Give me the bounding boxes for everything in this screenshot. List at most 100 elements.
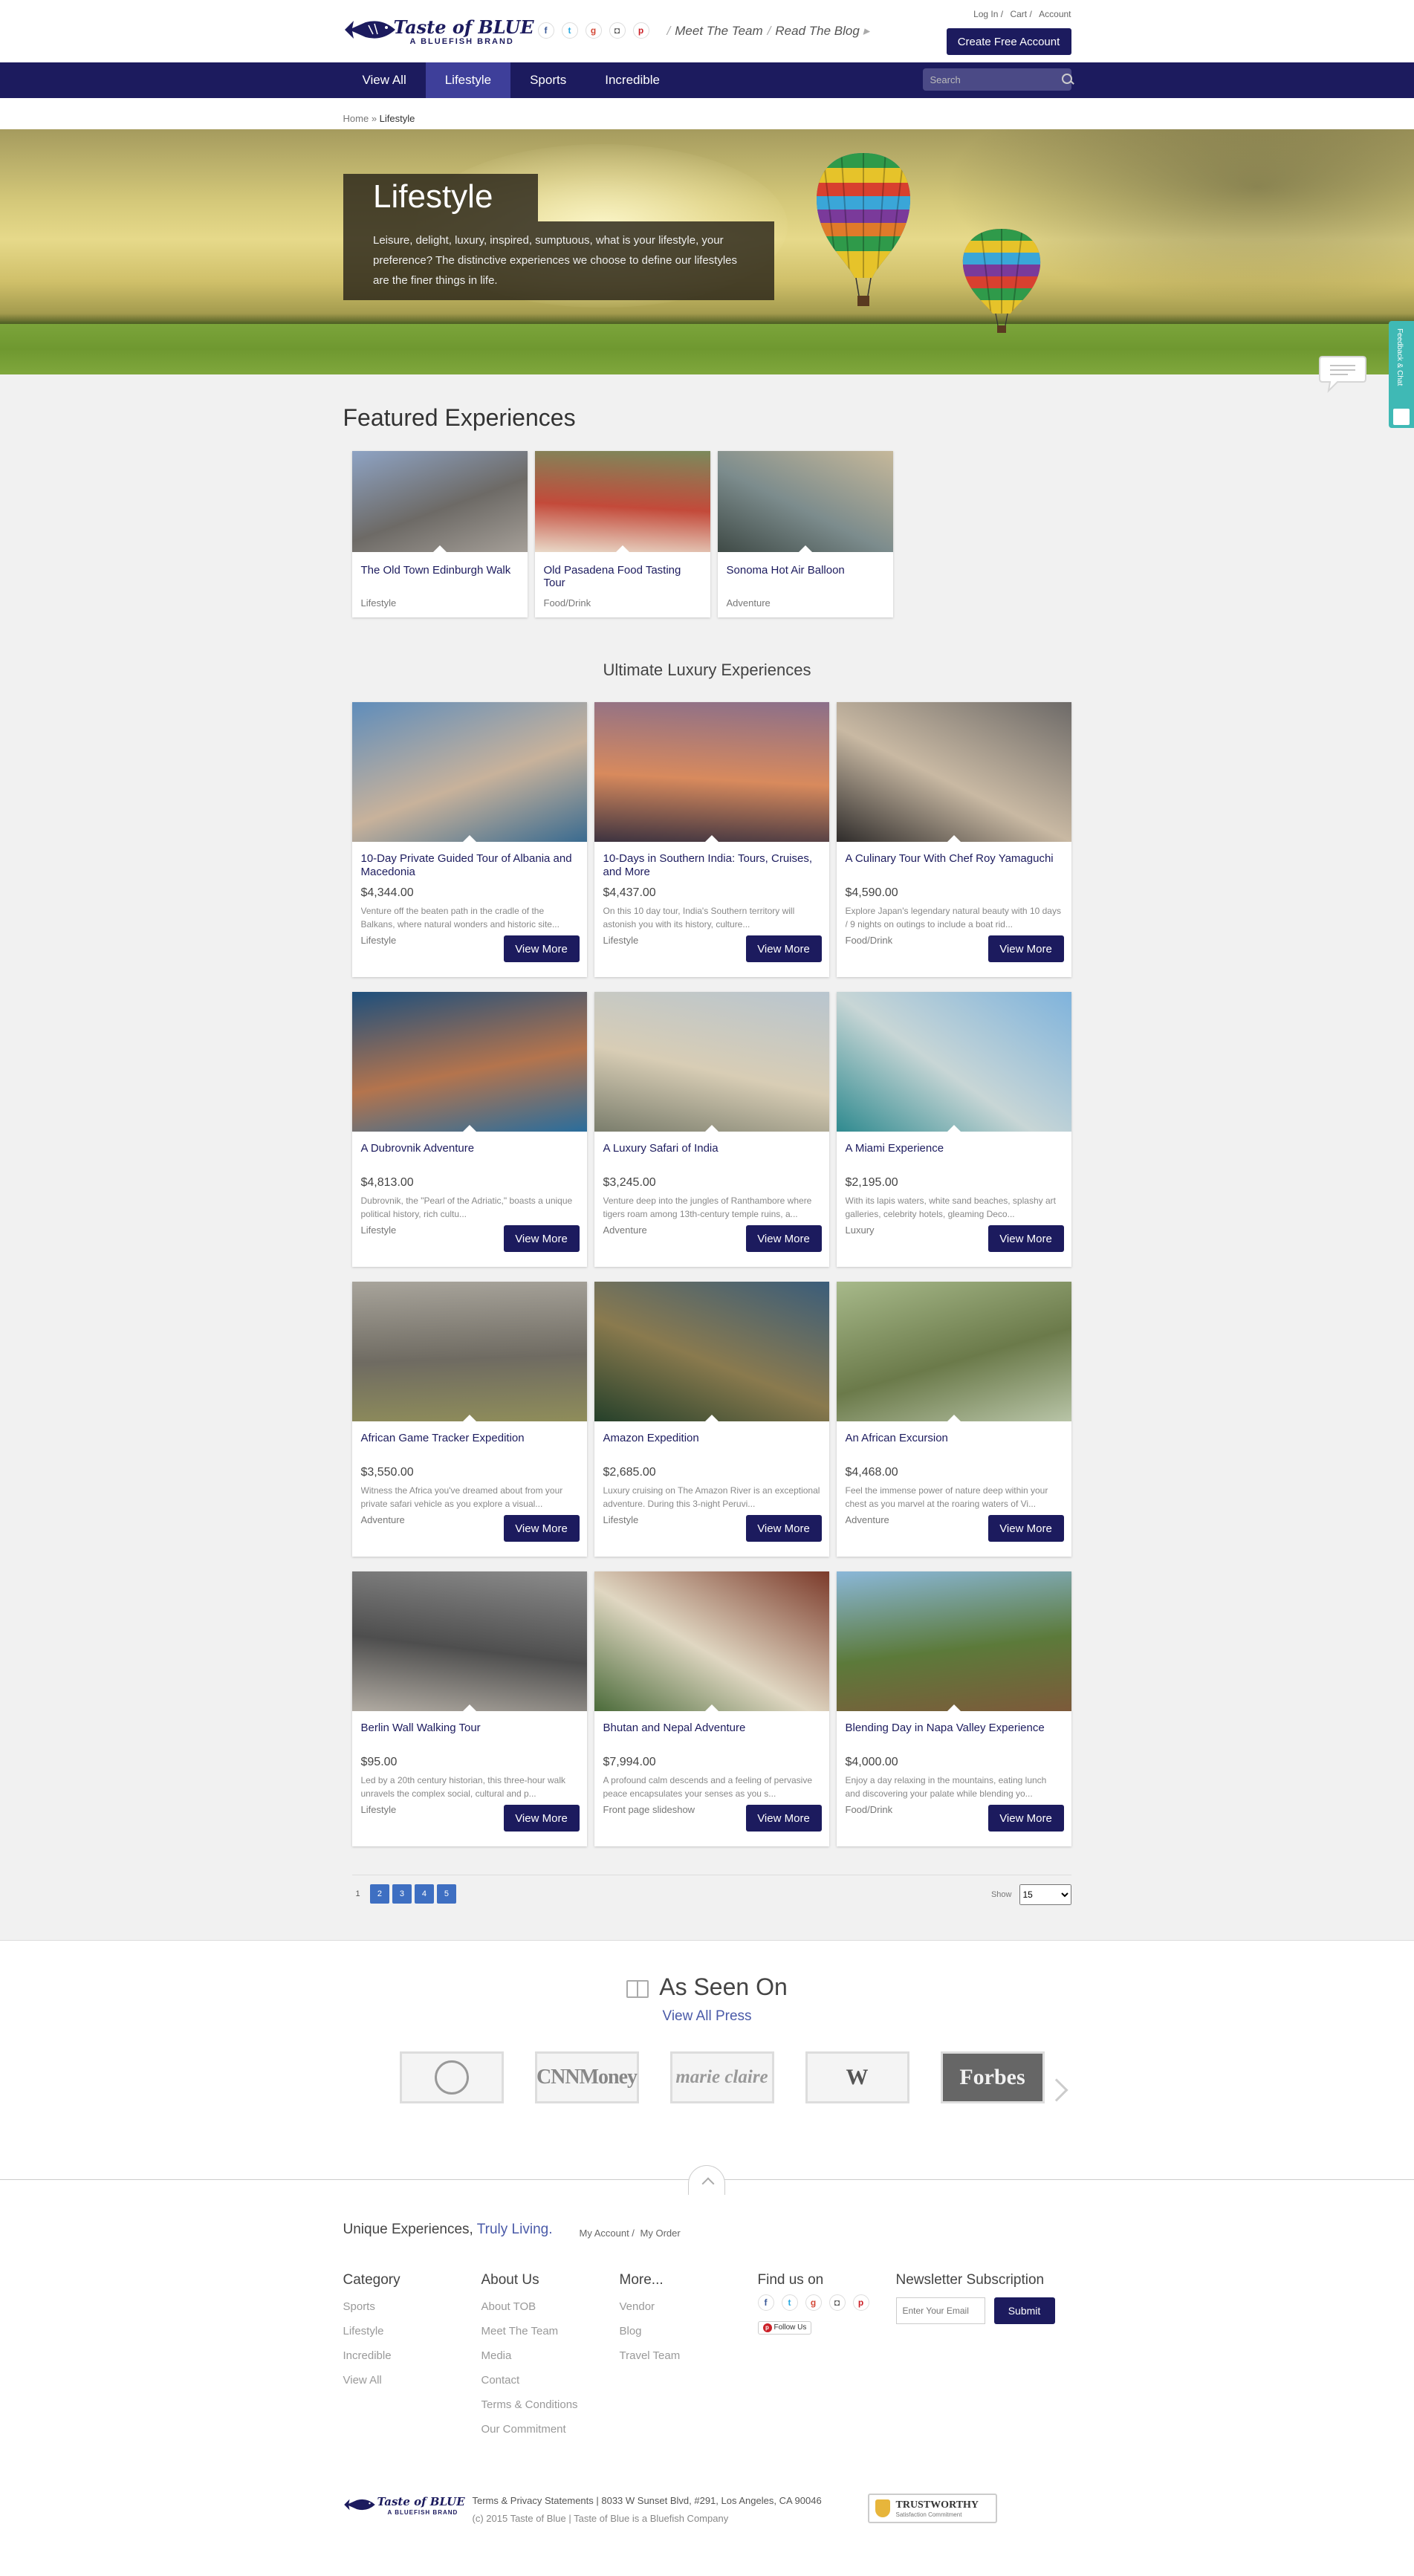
instagram-icon[interactable]: ◘ — [828, 2294, 846, 2311]
footer-link-lifestyle[interactable]: Lifestyle — [343, 2319, 481, 2343]
experience-card-title[interactable]: African Game Tracker Expedition — [361, 1432, 578, 1461]
harvard-logo[interactable] — [399, 2051, 504, 2103]
experience-card-image[interactable] — [594, 1282, 829, 1421]
experience-card-image[interactable] — [351, 992, 587, 1132]
footer-link-media[interactable]: Media — [481, 2343, 620, 2368]
newsletter-submit-button[interactable]: Submit — [993, 2297, 1055, 2324]
view-more-button[interactable]: View More — [987, 1515, 1064, 1542]
search-input[interactable] — [930, 74, 1061, 85]
experience-card-title[interactable]: Berlin Wall Walking Tour — [361, 1722, 578, 1751]
login-link[interactable]: Log In / — [973, 9, 1003, 19]
experience-card-title[interactable]: A Culinary Tour With Chef Roy Yamaguchi — [846, 852, 1063, 882]
featured-card-title[interactable]: Old Pasadena Food Tasting Tour — [544, 564, 701, 592]
create-account-button[interactable]: Create Free Account — [946, 28, 1071, 55]
featured-card-title[interactable]: Sonoma Hot Air Balloon — [727, 564, 884, 592]
pinterest-icon[interactable]: p — [852, 2294, 869, 2311]
footer-link-contact[interactable]: Contact — [481, 2368, 620, 2392]
view-more-button[interactable]: View More — [745, 1805, 822, 1832]
view-more-button[interactable]: View More — [987, 935, 1064, 962]
feedback-tab[interactable]: Feedback & Chat — [1389, 321, 1414, 428]
cnnmoney-logo[interactable]: CNNMoney — [534, 2051, 639, 2103]
view-more-button[interactable]: View More — [745, 1515, 822, 1542]
view-more-button[interactable]: View More — [987, 1225, 1064, 1252]
experience-card-title[interactable]: Bhutan and Nepal Adventure — [603, 1722, 820, 1751]
my-account-link[interactable]: My Account / — [580, 2228, 635, 2239]
page-link[interactable]: 2 — [369, 1884, 389, 1904]
breadcrumb-home[interactable]: Home — [343, 113, 369, 124]
view-all-press-link[interactable]: View All Press — [0, 2008, 1414, 2025]
search-icon[interactable] — [1061, 73, 1072, 86]
featured-card[interactable]: Sonoma Hot Air Balloon Adventure — [717, 451, 893, 617]
view-more-button[interactable]: View More — [503, 935, 580, 962]
twitter-icon[interactable]: t — [561, 22, 578, 39]
experience-card-title[interactable]: A Dubrovnik Adventure — [361, 1142, 578, 1172]
trustworthy-badge[interactable]: TRUSTWORTHY Satisfaction Commitment — [867, 2494, 997, 2523]
experience-card-image[interactable] — [351, 1571, 587, 1711]
pinterest-follow-button[interactable]: p Follow Us — [757, 2321, 812, 2335]
experience-card-image[interactable] — [594, 702, 829, 842]
experience-card-image[interactable] — [351, 702, 587, 842]
footer-link-our-commitment[interactable]: Our Commitment — [481, 2417, 620, 2442]
experience-card-title[interactable]: A Luxury Safari of India — [603, 1142, 820, 1172]
my-order-link[interactable]: My Order — [640, 2228, 681, 2239]
view-more-button[interactable]: View More — [503, 1515, 580, 1542]
experience-card-title[interactable]: 10-Day Private Guided Tour of Albania an… — [361, 852, 578, 882]
per-page-select[interactable]: 15 — [1019, 1884, 1071, 1905]
featured-card-image[interactable] — [717, 451, 893, 553]
view-more-button[interactable]: View More — [503, 1225, 580, 1252]
footer-link-vendor[interactable]: Vendor — [620, 2294, 758, 2319]
view-more-button[interactable]: View More — [987, 1805, 1064, 1832]
featured-card[interactable]: Old Pasadena Food Tasting Tour Food/Drink — [534, 451, 710, 617]
twitter-icon[interactable]: t — [781, 2294, 798, 2311]
google-plus-icon[interactable]: g — [585, 22, 602, 39]
newsletter-email-field[interactable] — [895, 2297, 985, 2324]
facebook-icon[interactable]: f — [537, 22, 554, 39]
footer-link-travel-team[interactable]: Travel Team — [620, 2343, 758, 2368]
page-link[interactable]: 3 — [392, 1884, 412, 1904]
footer-logo[interactable]: Taste of BLUE A BLUEFISH BRAND — [343, 2494, 465, 2520]
experience-card-image[interactable] — [836, 1282, 1071, 1421]
view-more-button[interactable]: View More — [503, 1805, 580, 1832]
page-link[interactable]: 4 — [414, 1884, 434, 1904]
footer-link-terms-conditions[interactable]: Terms & Conditions — [481, 2392, 620, 2417]
account-link[interactable]: Account — [1039, 9, 1071, 19]
footer-link-meet-the-team[interactable]: Meet The Team — [481, 2319, 620, 2343]
experience-card-image[interactable] — [351, 1282, 587, 1421]
experience-card-image[interactable] — [836, 1571, 1071, 1711]
footer-link-blog[interactable]: Blog — [620, 2319, 758, 2343]
nav-item-sports[interactable]: Sports — [510, 62, 586, 98]
chat-bubble-icon[interactable] — [1318, 352, 1367, 394]
footer-link-incredible[interactable]: Incredible — [343, 2343, 481, 2368]
read-blog-link[interactable]: Read The Blog — [775, 24, 859, 38]
experience-card-title[interactable]: 10-Days in Southern India: Tours, Cruise… — [603, 852, 820, 882]
footer-link-about-tob[interactable]: About TOB — [481, 2294, 620, 2319]
experience-card-image[interactable] — [836, 702, 1071, 842]
experience-card-image[interactable] — [594, 992, 829, 1132]
w-magazine-logo[interactable]: W — [805, 2051, 909, 2103]
experience-card-image[interactable] — [594, 1571, 829, 1711]
experience-card-title[interactable]: Amazon Expedition — [603, 1432, 820, 1461]
nav-item-view-all[interactable]: View All — [343, 62, 426, 98]
nav-item-lifestyle[interactable]: Lifestyle — [425, 62, 511, 98]
meet-team-link[interactable]: Meet The Team — [675, 24, 762, 38]
pinterest-icon[interactable]: p — [632, 22, 649, 39]
experience-card-title[interactable]: An African Excursion — [846, 1432, 1063, 1461]
page-link[interactable]: 5 — [436, 1884, 456, 1904]
experience-card-title[interactable]: Blending Day in Napa Valley Experience — [846, 1722, 1063, 1751]
view-more-button[interactable]: View More — [745, 1225, 822, 1252]
view-more-button[interactable]: View More — [745, 935, 822, 962]
facebook-icon[interactable]: f — [757, 2294, 774, 2311]
footer-link-sports[interactable]: Sports — [343, 2294, 481, 2319]
google-plus-icon[interactable]: g — [805, 2294, 822, 2311]
footer-link-view-all[interactable]: View All — [343, 2368, 481, 2392]
featured-card-title[interactable]: The Old Town Edinburgh Walk — [361, 564, 519, 592]
experience-card-image[interactable] — [836, 992, 1071, 1132]
featured-card-image[interactable] — [351, 451, 528, 553]
featured-card-image[interactable] — [534, 451, 710, 553]
featured-card[interactable]: The Old Town Edinburgh Walk Lifestyle — [351, 451, 528, 617]
nav-item-incredible[interactable]: Incredible — [586, 62, 679, 98]
site-logo[interactable]: Taste of BLUE A BLUEFISH BRAND — [343, 13, 534, 49]
experience-card-title[interactable]: A Miami Experience — [846, 1142, 1063, 1172]
forbes-logo[interactable]: Forbes — [940, 2051, 1045, 2103]
marie-claire-logo[interactable]: marie claire — [669, 2051, 774, 2103]
